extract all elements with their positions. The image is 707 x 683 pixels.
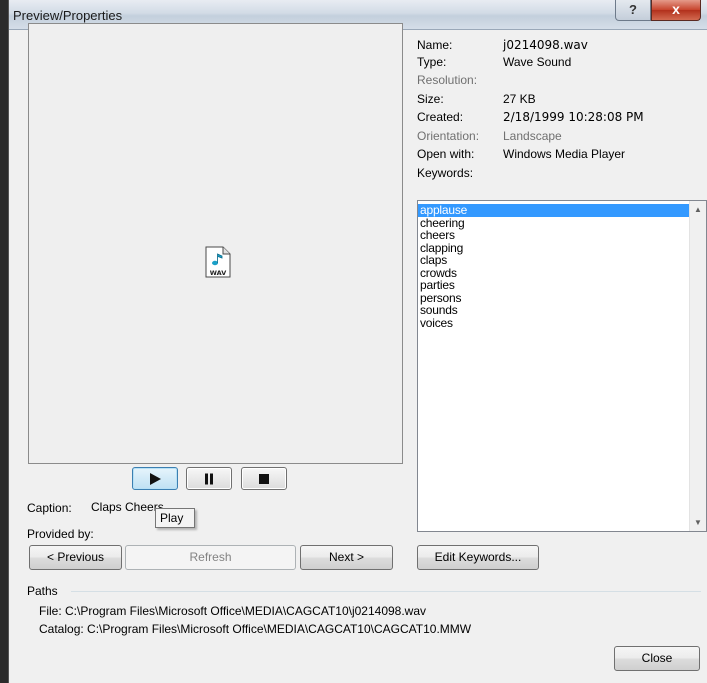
stop-icon (259, 473, 269, 484)
refresh-button[interactable]: Refresh (125, 545, 296, 570)
name-label: Name: (417, 38, 453, 52)
caption-value: Claps Cheers (91, 500, 164, 514)
preview-area: WAV (28, 23, 403, 464)
type-value: Wave Sound (503, 55, 572, 69)
caption-label: Caption: (27, 501, 72, 515)
name-value: j0214098.wav (503, 38, 588, 52)
open-with-label: Open with: (417, 147, 475, 161)
keyword-item[interactable]: cheers (418, 229, 689, 242)
wav-file-icon: WAV (205, 246, 231, 278)
keywords-scrollbar[interactable]: ▲ ▼ (689, 201, 706, 531)
preview-properties-dialog: Preview/Properties ? x WAV Caption: Clap… (8, 0, 707, 683)
keywords-label: Keywords: (417, 166, 474, 180)
keyword-item[interactable]: crowds (418, 267, 689, 280)
close-window-button[interactable]: x (651, 0, 701, 21)
play-icon (150, 472, 161, 485)
play-button[interactable] (132, 467, 178, 490)
keyword-item[interactable]: clapping (418, 242, 689, 255)
play-tooltip: Play (155, 508, 195, 528)
provided-by-label: Provided by: (27, 527, 94, 541)
paths-divider (71, 591, 701, 592)
size-value: 27 KB (503, 92, 536, 106)
catalog-path: Catalog: C:\Program Files\Microsoft Offi… (39, 622, 472, 636)
window-title: Preview/Properties (13, 8, 123, 23)
orientation-label: Orientation: (417, 129, 480, 143)
wav-icon-label: WAV (210, 269, 227, 277)
open-with-value: Windows Media Player (503, 147, 626, 161)
keyword-item[interactable]: cheering (418, 217, 689, 230)
keyword-item[interactable]: persons (418, 292, 689, 305)
keyword-item[interactable]: sounds (418, 304, 689, 317)
help-button[interactable]: ? (615, 0, 651, 21)
keywords-listbox[interactable]: applause cheering cheers clapping claps … (417, 200, 707, 532)
previous-button[interactable]: < Previous (29, 545, 122, 570)
keywords-items: applause cheering cheers clapping claps … (418, 204, 689, 329)
keyword-item[interactable]: applause (418, 204, 689, 217)
keyword-item[interactable]: voices (418, 317, 689, 330)
type-label: Type: (417, 55, 447, 69)
next-button[interactable]: Next > (300, 545, 393, 570)
scroll-down-arrow-icon[interactable]: ▼ (690, 514, 706, 531)
keyword-item[interactable]: parties (418, 279, 689, 292)
pause-button[interactable] (186, 467, 232, 490)
size-label: Size: (417, 92, 444, 106)
pause-icon (205, 473, 213, 484)
orientation-value: Landscape (503, 129, 562, 143)
keyword-item[interactable]: claps (418, 254, 689, 267)
created-label: Created: (417, 110, 464, 124)
scroll-up-arrow-icon[interactable]: ▲ (690, 201, 706, 218)
close-button[interactable]: Close (614, 646, 700, 671)
created-value: 2/18/1999 10:28:08 PM (503, 110, 644, 124)
paths-label: Paths (27, 584, 58, 598)
resolution-label: Resolution: (417, 73, 478, 87)
stop-button[interactable] (241, 467, 287, 490)
edit-keywords-button[interactable]: Edit Keywords... (417, 545, 539, 570)
file-path: File: C:\Program Files\Microsoft Office\… (39, 604, 427, 618)
